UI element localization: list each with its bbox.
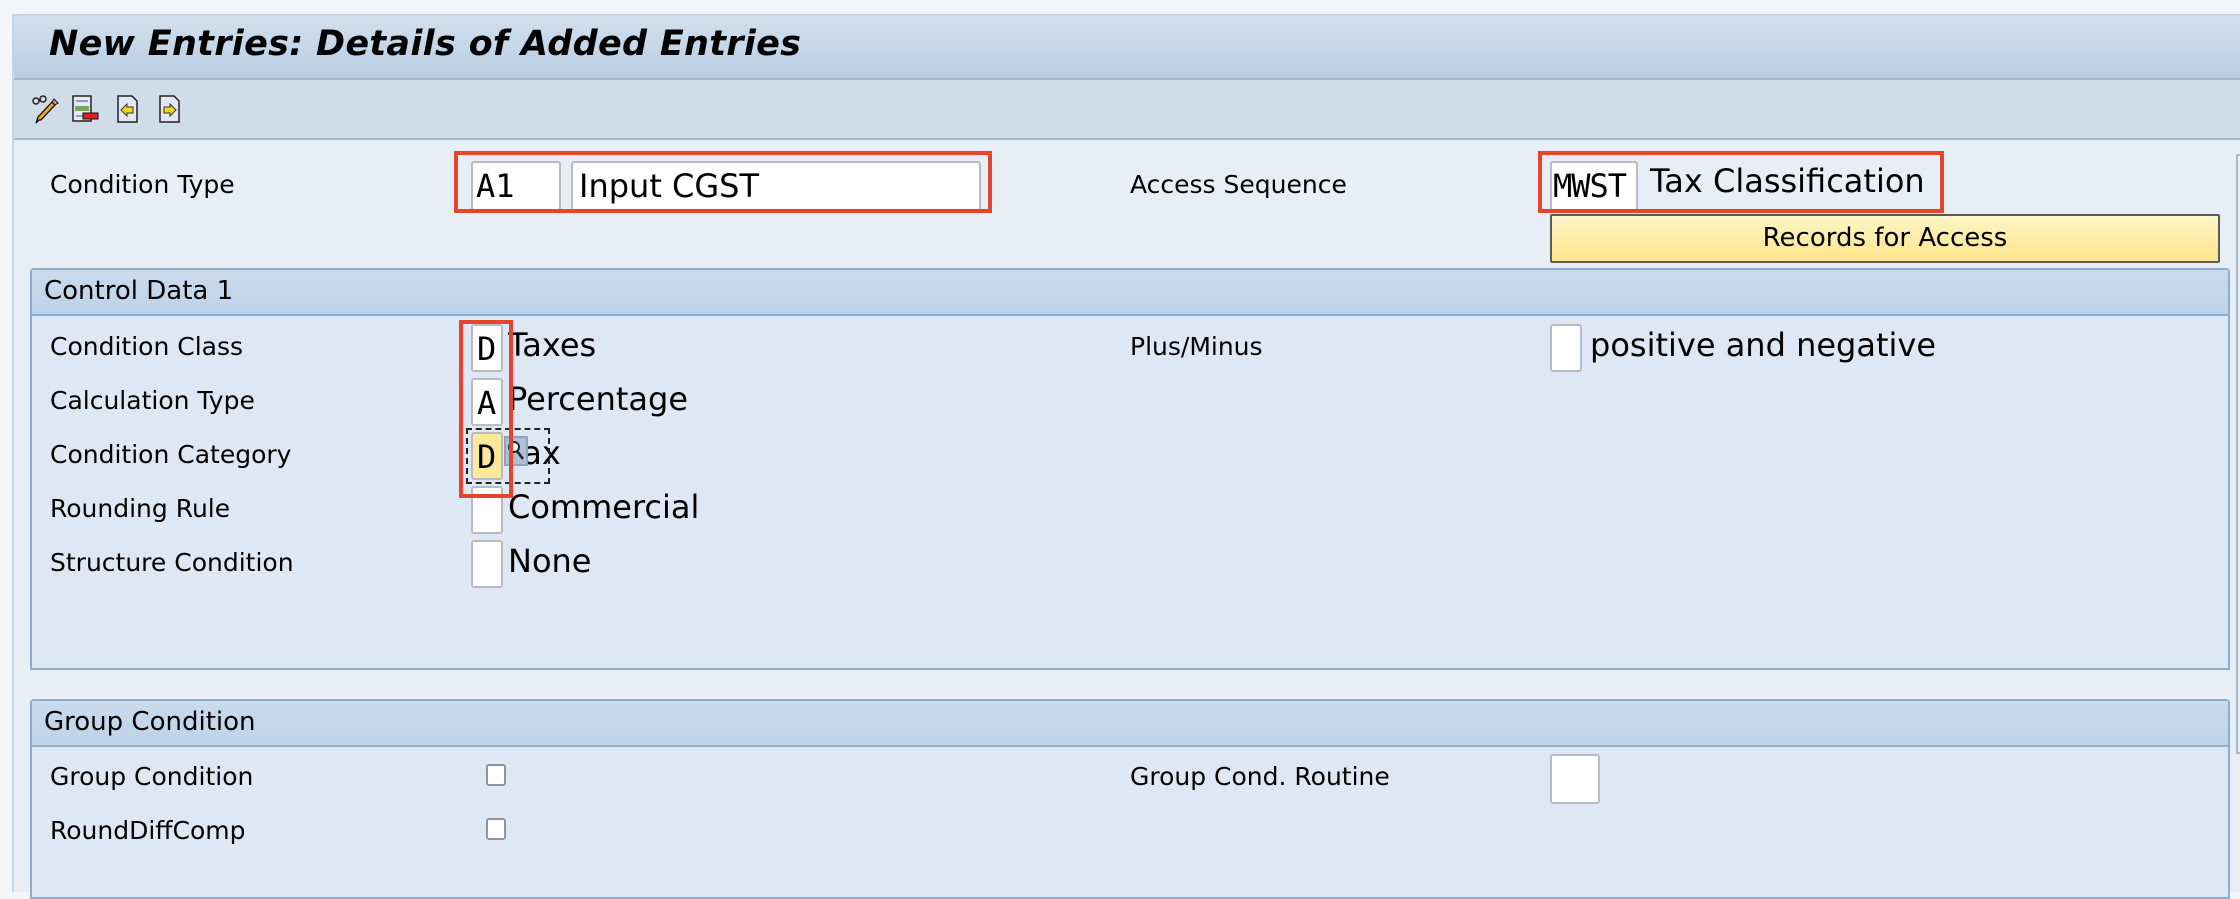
control-data-1-title: Control Data 1 [44, 276, 234, 306]
condition-type-code-field[interactable]: A1 [471, 161, 561, 211]
group-condition-title: Group Condition [44, 707, 256, 737]
condition-type-description-field[interactable]: Input CGST [571, 161, 981, 211]
condition-class-label: Condition Class [50, 332, 244, 361]
condition-class-description: Taxes [508, 326, 597, 364]
application-toolbar [14, 80, 2240, 140]
structure-condition-description: None [508, 542, 592, 580]
structure-condition-field[interactable] [471, 540, 503, 588]
condition-type-label: Condition Type [50, 170, 235, 199]
delete-entry-icon[interactable] [70, 94, 100, 124]
group-condition-label: Group Condition [50, 762, 254, 791]
access-sequence-label: Access Sequence [1130, 170, 1347, 199]
structure-condition-label: Structure Condition [50, 548, 294, 577]
group-condition-frame: Group Condition [30, 699, 2230, 899]
value-help-search-icon[interactable] [504, 436, 528, 466]
round-diff-comp-checkbox[interactable] [486, 818, 506, 840]
change-display-pencil-icon[interactable] [30, 94, 60, 124]
access-sequence-code-field[interactable]: MWST [1550, 161, 1638, 211]
control-data-1-header: Control Data 1 [32, 270, 2228, 316]
page-title: New Entries: Details of Added Entries [49, 24, 802, 64]
previous-entry-icon[interactable] [112, 94, 142, 124]
access-sequence-description: Tax Classification [1650, 162, 1925, 200]
plus-minus-label: Plus/Minus [1130, 332, 1263, 361]
round-diff-comp-label: RoundDiffComp [50, 816, 246, 845]
sap-window: New Entries: Details of Added Entries Co… [12, 14, 2240, 899]
plus-minus-field[interactable] [1550, 324, 1582, 372]
rounding-rule-label: Rounding Rule [50, 494, 231, 523]
condition-class-field[interactable]: D [471, 324, 503, 372]
rounding-rule-field[interactable] [471, 486, 503, 534]
group-cond-routine-field[interactable] [1550, 754, 1600, 804]
rounding-rule-description: Commercial [508, 488, 700, 526]
group-condition-header: Group Condition [32, 701, 2228, 747]
vertical-scrollbar[interactable] [2236, 154, 2240, 754]
group-cond-routine-label: Group Cond. Routine [1130, 762, 1390, 791]
condition-category-label: Condition Category [50, 440, 292, 469]
plus-minus-description: positive and negative [1590, 326, 1937, 364]
calculation-type-description: Percentage [508, 380, 689, 418]
records-for-access-button[interactable]: Records for Access [1550, 214, 2220, 263]
group-condition-checkbox[interactable] [486, 764, 506, 786]
calculation-type-field[interactable]: A [471, 378, 503, 426]
calculation-type-label: Calculation Type [50, 386, 255, 415]
condition-category-field[interactable]: D [471, 432, 503, 480]
title-bar: New Entries: Details of Added Entries [14, 16, 2240, 80]
next-entry-icon[interactable] [154, 94, 184, 124]
